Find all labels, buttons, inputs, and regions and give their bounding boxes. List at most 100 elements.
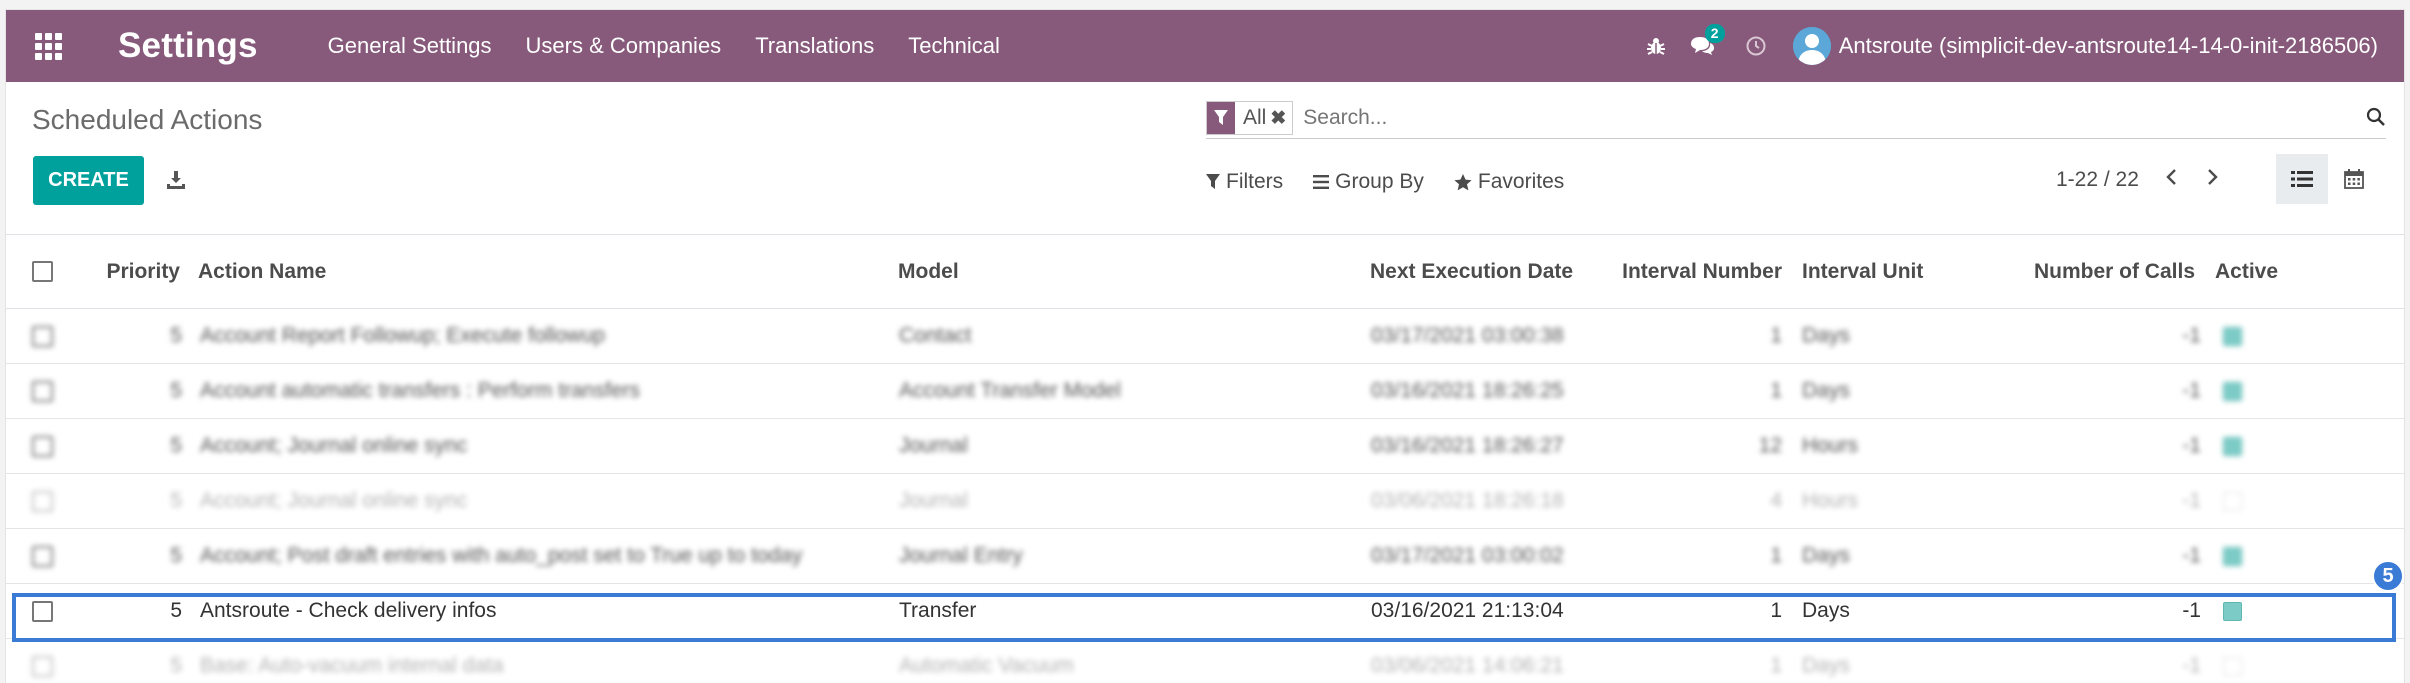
create-button[interactable]: CREATE: [33, 156, 144, 205]
row-checkbox-cell[interactable]: [6, 308, 96, 364]
top-navbar: Settings General Settings Users & Compan…: [6, 10, 2404, 82]
cell-interval-number: 1: [1610, 528, 1790, 584]
header-model[interactable]: Model: [898, 235, 1370, 309]
favorites-label: Favorites: [1477, 170, 1565, 193]
search-icon[interactable]: [2366, 107, 2386, 132]
cell-action-name: Account Report Followup; Execute followu…: [196, 308, 898, 364]
select-all-checkbox[interactable]: [32, 261, 53, 283]
table-row[interactable]: 5 Antsroute - Check delivery infos Transfe…: [6, 583, 2404, 639]
cell-model: Journal Entry: [898, 528, 1370, 584]
list-bars-icon: [1313, 175, 1330, 189]
cell-number-of-calls: -1: [1970, 418, 2213, 474]
cell-action-name: Account; Journal online sync: [196, 418, 898, 474]
header-action-name[interactable]: Action Name: [196, 235, 898, 309]
header-spacer: [2304, 235, 2404, 309]
cell-active[interactable]: [2213, 528, 2304, 584]
cell-active[interactable]: [2213, 363, 2304, 419]
search-input[interactable]: [1301, 105, 2386, 131]
cell-interval-unit: Days: [1790, 528, 1970, 584]
cell-number-of-calls: -1: [1970, 583, 2213, 639]
menu-technical[interactable]: Technical: [908, 33, 1000, 59]
row-checkbox-cell[interactable]: [6, 418, 96, 474]
header-priority[interactable]: Priority: [96, 235, 196, 309]
menu-general-settings[interactable]: General Settings: [328, 33, 492, 59]
user-menu[interactable]: Antsroute (simplicit-dev-antsroute14-14-…: [1792, 27, 2378, 65]
row-checkbox[interactable]: [32, 435, 53, 457]
cell-active[interactable]: [2213, 473, 2304, 529]
header-interval-number[interactable]: Interval Number: [1610, 235, 1790, 309]
cell-interval-unit: Hours: [1790, 418, 1970, 474]
cell-model: Transfer: [898, 583, 1370, 639]
search-bar: All ✖: [1206, 98, 2386, 139]
active-checkbox[interactable]: [2223, 546, 2242, 566]
row-checkbox-cell[interactable]: [6, 638, 96, 683]
activity-clock-icon[interactable]: [1733, 10, 1779, 82]
cell-action-name: Antsroute - Check delivery infos: [196, 583, 898, 639]
table-row[interactable]: 5 Account; Journal online sync Journal 03/0…: [6, 473, 2404, 529]
cell-active[interactable]: [2213, 638, 2304, 683]
row-checkbox[interactable]: [32, 490, 53, 512]
header-number-of-calls[interactable]: Number of Calls: [1970, 235, 2213, 309]
table-row[interactable]: 5 Base: Auto-vacuum internal data Automati…: [6, 638, 2404, 683]
pager-value[interactable]: 1-22 / 22: [2056, 168, 2139, 192]
header-next-execution[interactable]: Next Execution Date: [1370, 235, 1610, 309]
row-checkbox-cell[interactable]: [6, 473, 96, 529]
row-checkbox-cell[interactable]: [6, 583, 96, 639]
cell-next-execution: 03/17/2021 03:00:02: [1370, 528, 1610, 584]
header-interval-unit[interactable]: Interval Unit: [1790, 235, 1970, 309]
row-checkbox[interactable]: [32, 380, 53, 402]
calendar-view-icon[interactable]: [2328, 154, 2380, 204]
active-checkbox[interactable]: [2223, 601, 2242, 621]
table-row[interactable]: 5 Account; Post draft entries with auto_p…: [6, 528, 2404, 584]
row-checkbox-cell[interactable]: [6, 528, 96, 584]
filters-dropdown[interactable]: Filters: [1206, 170, 1283, 194]
cell-next-execution: 03/16/2021 18:26:25: [1370, 363, 1610, 419]
cell-action-name: Base: Auto-vacuum internal data: [196, 638, 898, 683]
control-panel: Scheduled Actions All ✖ CREATE: [6, 82, 2404, 235]
menu-users-companies[interactable]: Users & Companies: [526, 33, 722, 59]
active-checkbox[interactable]: [2223, 491, 2242, 511]
cell-next-execution: 03/17/2021 03:00:38: [1370, 308, 1610, 364]
table-row[interactable]: 5 Account automatic transfers : Perform t…: [6, 363, 2404, 419]
apps-grid-icon: [34, 32, 62, 60]
cell-spacer: [2304, 638, 2404, 683]
favorites-dropdown[interactable]: Favorites: [1454, 170, 1564, 194]
facet-remove-icon[interactable]: ✖: [1270, 107, 1292, 130]
messages-icon[interactable]: 2: [1679, 10, 1725, 82]
app-brand[interactable]: Settings: [118, 26, 258, 66]
groupby-dropdown[interactable]: Group By: [1313, 170, 1424, 194]
app-window: Settings General Settings Users & Compan…: [6, 10, 2404, 683]
row-checkbox[interactable]: [32, 655, 53, 677]
row-checkbox-cell[interactable]: [6, 363, 96, 419]
avatar: [1792, 27, 1831, 65]
table-header-row: Priority Action Name Model Next Executio…: [6, 235, 2404, 309]
select-all-checkbox-cell[interactable]: [6, 235, 96, 309]
active-checkbox[interactable]: [2223, 326, 2242, 346]
cell-active[interactable]: [2213, 583, 2304, 639]
cell-interval-number: 4: [1610, 473, 1790, 529]
active-checkbox[interactable]: [2223, 436, 2242, 456]
download-icon[interactable]: [166, 170, 186, 195]
list-view-icon[interactable]: [2276, 154, 2328, 204]
cell-interval-number: 1: [1610, 583, 1790, 639]
row-checkbox[interactable]: [32, 325, 53, 347]
active-checkbox[interactable]: [2223, 656, 2242, 676]
header-active[interactable]: Active: [2213, 235, 2304, 309]
pager-previous-icon[interactable]: [2165, 168, 2177, 192]
view-switcher: [2276, 154, 2380, 204]
menu-translations[interactable]: Translations: [755, 33, 874, 59]
user-name: Antsroute (simplicit-dev-antsroute14-14-…: [1838, 33, 2378, 58]
apps-menu-button[interactable]: [6, 10, 90, 82]
active-checkbox[interactable]: [2223, 381, 2242, 401]
page-title: Scheduled Actions: [32, 104, 263, 135]
table-row[interactable]: 5 Account Report Followup; Execute follow…: [6, 308, 2404, 364]
row-checkbox[interactable]: [32, 600, 53, 622]
table-row[interactable]: 5 Account; Journal online sync Journal 03/1…: [6, 418, 2404, 474]
pager-next-icon[interactable]: [2207, 168, 2219, 192]
navbar-systray: 2 Antsroute (simplicit-dev-antsroute14-1…: [1633, 10, 2404, 82]
debug-bug-icon[interactable]: [1633, 10, 1679, 82]
cell-active[interactable]: [2213, 418, 2304, 474]
cell-interval-number: 1: [1610, 638, 1790, 683]
row-checkbox[interactable]: [32, 545, 53, 567]
cell-active[interactable]: [2213, 308, 2304, 364]
